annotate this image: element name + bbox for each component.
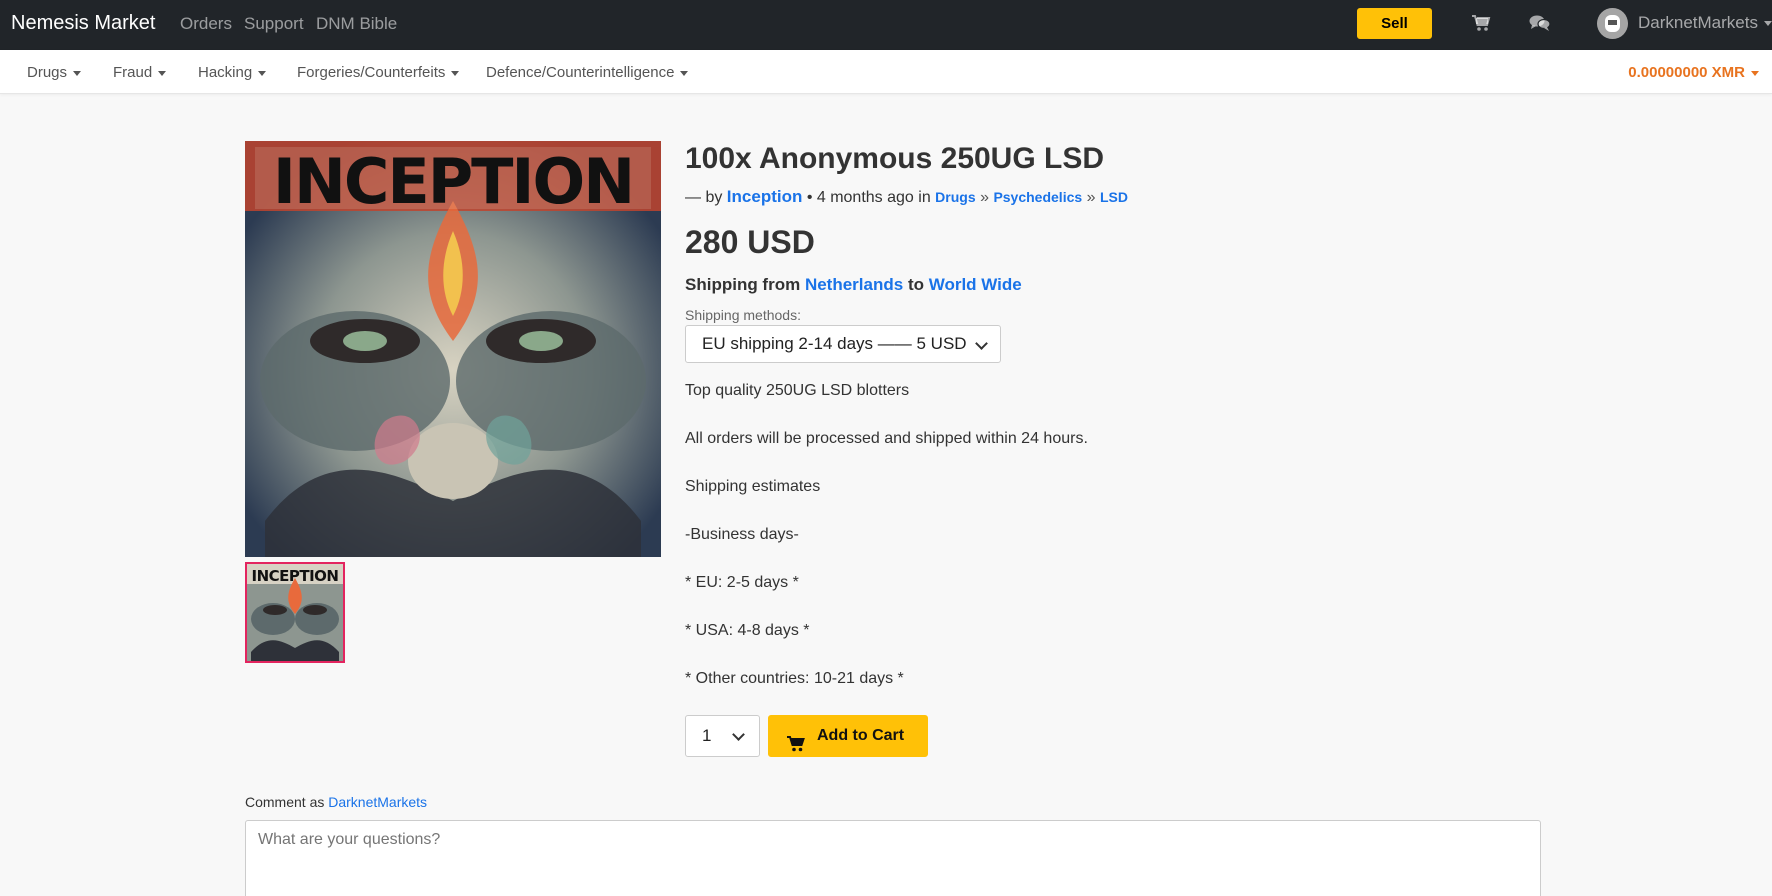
comment-label: Comment as DarknetMarkets xyxy=(245,794,428,810)
user-menu[interactable]: DarknetMarkets xyxy=(1638,13,1772,33)
chevron-down-icon xyxy=(1751,70,1759,76)
user-avatar[interactable] xyxy=(1597,8,1628,39)
add-to-cart-button[interactable]: Add to Cart xyxy=(768,715,928,757)
username-label: DarknetMarkets xyxy=(1638,13,1758,32)
description-line: Shipping estimates xyxy=(685,478,821,495)
chevron-down-icon xyxy=(680,70,689,76)
nav-dnm-bible[interactable]: DNM Bible xyxy=(316,14,397,34)
product-price: 280 USD xyxy=(685,224,815,260)
shipping-method-select[interactable]: EU shipping 2-14 days —— 5 USD xyxy=(685,325,1001,363)
quantity-value: 1 xyxy=(702,726,712,745)
cart-icon[interactable] xyxy=(1471,14,1491,37)
chevron-down-icon xyxy=(158,70,167,76)
chevron-down-icon xyxy=(73,70,82,76)
category-bar: Drugs Fraud Hacking Forgeries/Counterfei… xyxy=(0,50,1772,94)
product-image[interactable]: INCEPTION xyxy=(245,141,661,557)
description-line: * Other countries: 10-21 days * xyxy=(685,670,904,687)
category-hacking[interactable]: Hacking xyxy=(198,64,267,81)
breadcrumb-psychedelics[interactable]: Psychedelics xyxy=(993,189,1082,205)
shipping-info: Shipping from Netherlands to World Wide xyxy=(685,275,1022,294)
cart-icon xyxy=(787,728,805,768)
messages-icon[interactable] xyxy=(1529,14,1551,37)
breadcrumb-lsd[interactable]: LSD xyxy=(1100,189,1128,205)
wallet-balance[interactable]: 0.00000000 XMR xyxy=(1628,64,1759,81)
chevron-down-icon xyxy=(975,337,988,350)
comment-user-link[interactable]: DarknetMarkets xyxy=(328,794,427,810)
description-line: * USA: 4-8 days * xyxy=(685,622,810,639)
category-forgeries[interactable]: Forgeries/Counterfeits xyxy=(297,64,460,81)
comment-input[interactable] xyxy=(245,820,1541,896)
description-line: Top quality 250UG LSD blotters xyxy=(685,382,910,399)
chevron-down-icon xyxy=(258,70,267,76)
category-defence[interactable]: Defence/Counterintelligence xyxy=(486,64,689,81)
description-line: * EU: 2-5 days * xyxy=(685,574,799,591)
chevron-down-icon xyxy=(451,70,460,76)
category-fraud[interactable]: Fraud xyxy=(113,64,167,81)
chevron-down-icon xyxy=(732,728,745,741)
description-line: All orders will be processed and shipped… xyxy=(685,430,1088,447)
sell-button[interactable]: Sell xyxy=(1357,8,1432,39)
vendor-link[interactable]: Inception xyxy=(727,187,803,206)
image-title-text: INCEPTION xyxy=(273,145,633,218)
quantity-select[interactable]: 1 xyxy=(685,715,760,757)
nav-support[interactable]: Support xyxy=(244,14,304,34)
ship-to-link[interactable]: World Wide xyxy=(929,275,1022,294)
category-drugs[interactable]: Drugs xyxy=(27,64,82,81)
breadcrumb-drugs[interactable]: Drugs xyxy=(935,189,975,205)
brand-logo[interactable]: Nemesis Market xyxy=(11,12,155,35)
top-navbar: Nemesis Market Orders Support DNM Bible … xyxy=(0,0,1772,50)
description-line: -Business days- xyxy=(685,526,799,543)
product-thumbnail[interactable]: INCEPTION xyxy=(245,562,345,663)
nav-orders[interactable]: Orders xyxy=(180,14,232,34)
ship-from-link[interactable]: Netherlands xyxy=(805,275,903,294)
thumbnail-title-text: INCEPTION xyxy=(251,567,338,585)
shipping-method-value: EU shipping 2-14 days —— 5 USD xyxy=(702,334,967,353)
product-byline: — by Inception • 4 months ago in Drugs »… xyxy=(685,187,1128,206)
chevron-down-icon xyxy=(1763,21,1772,27)
product-title: 100x Anonymous 250UG LSD xyxy=(685,142,1105,175)
shipping-methods-label: Shipping methods: xyxy=(685,307,801,323)
